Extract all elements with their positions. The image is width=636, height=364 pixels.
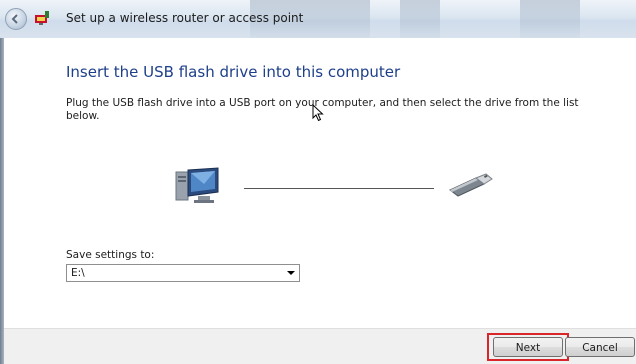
- window-title: Set up a wireless router or access point: [66, 11, 304, 25]
- next-button[interactable]: Next: [493, 337, 563, 357]
- back-button[interactable]: [5, 8, 27, 30]
- back-arrow-icon: [11, 14, 18, 24]
- cancel-button[interactable]: Cancel: [565, 337, 635, 357]
- drive-select-value: E:\: [71, 267, 85, 279]
- connection-line: [244, 188, 434, 189]
- instruction-text: Plug the USB flash drive into a USB port…: [66, 97, 579, 122]
- mouse-cursor-icon: [312, 104, 324, 122]
- title-bar: Set up a wireless router or access point: [0, 0, 636, 39]
- computer-icon: [175, 167, 219, 203]
- save-settings-label: Save settings to:: [66, 249, 155, 261]
- button-bar: Next Cancel: [4, 328, 636, 364]
- drive-select[interactable]: E:\: [66, 264, 300, 282]
- chevron-down-icon[interactable]: [287, 271, 295, 275]
- usb-flash-drive-icon: [449, 173, 493, 197]
- wizard-content: Insert the USB flash drive into this com…: [4, 38, 636, 328]
- page-heading: Insert the USB flash drive into this com…: [66, 63, 401, 81]
- wizard-window: Set up a wireless router or access point…: [0, 0, 636, 364]
- wireless-network-icon: [35, 11, 49, 25]
